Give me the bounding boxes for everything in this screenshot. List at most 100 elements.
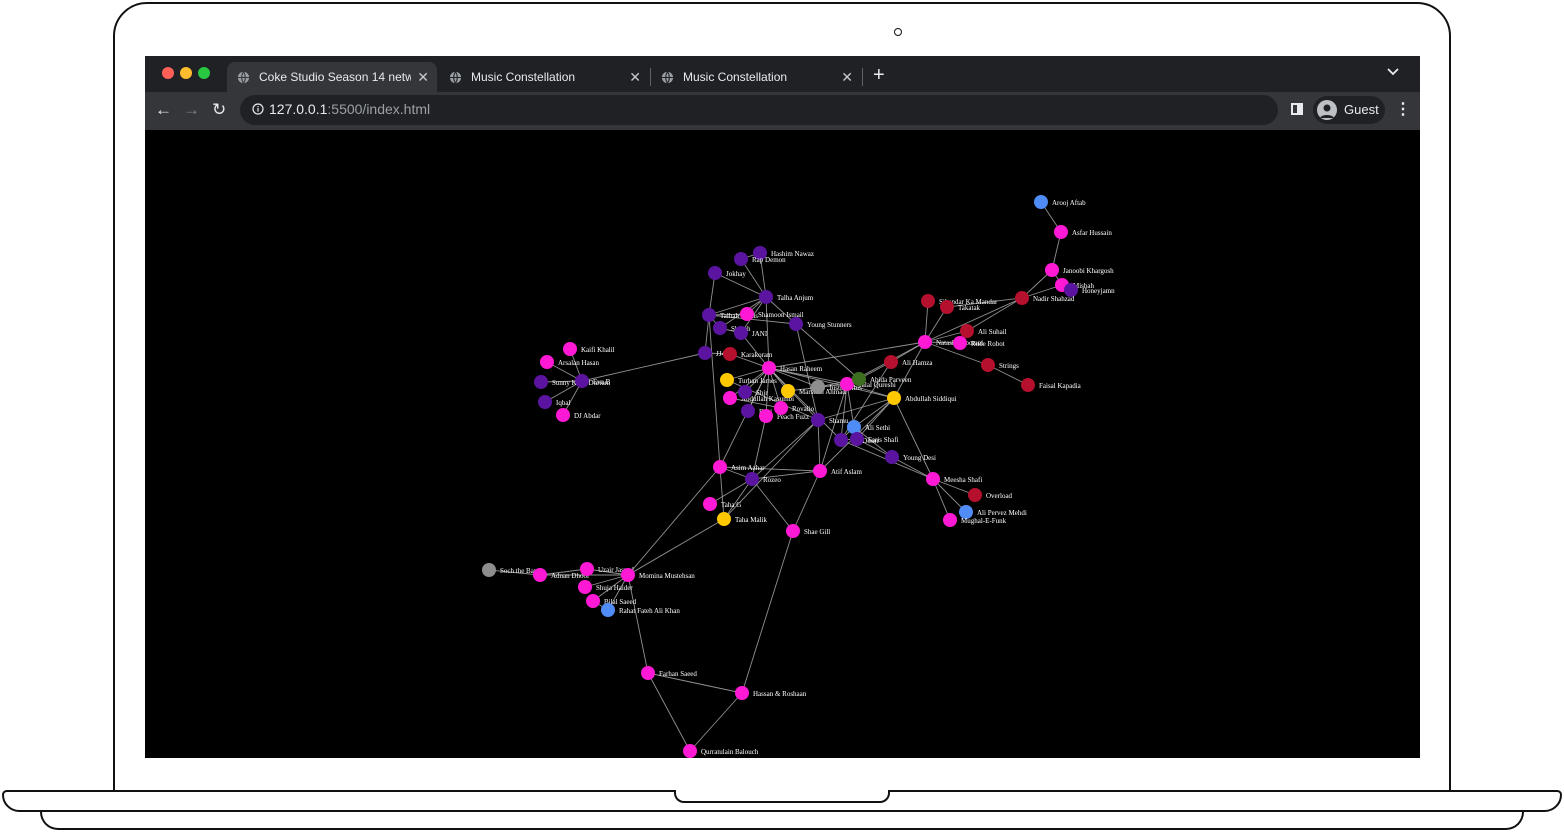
network-graph[interactable]: Arooj Aftab Asfar Hussain Janoobi Khargosh… — [145, 130, 1420, 758]
node-circle[interactable] — [850, 432, 864, 446]
tab-music-constellation-2[interactable]: Music Constellation ✕ — [651, 62, 861, 92]
forward-button[interactable]: → — [183, 100, 200, 120]
node-circle[interactable] — [745, 472, 759, 486]
graph-node-soch-the-band[interactable]: Soch the Band — [482, 563, 541, 577]
graph-node-talha-anjum[interactable]: Talha Anjum — [759, 290, 814, 304]
graph-node-kaifi-khalil[interactable]: Kaifi Khalil — [563, 342, 615, 356]
node-circle[interactable] — [482, 563, 496, 577]
node-circle[interactable] — [1034, 195, 1048, 209]
node-circle[interactable] — [713, 321, 727, 335]
node-circle[interactable] — [575, 374, 589, 388]
node-circle[interactable] — [852, 372, 866, 386]
node-circle[interactable] — [840, 377, 854, 391]
graph-node-shuja-haider[interactable]: Shuja Haider — [578, 580, 633, 594]
graph-node-young-desi[interactable]: Young Desi — [885, 450, 936, 464]
graph-node-jani[interactable]: JANI — [734, 326, 768, 340]
graph-node-faisal-kapadia[interactable]: Faisal Kapadia — [1021, 378, 1082, 392]
graph-node-janoobi-khargosh[interactable]: Janoobi Khargosh — [1045, 263, 1114, 277]
tab-coke-studio[interactable]: Coke Studio Season 14 network ✕ — [227, 62, 437, 92]
node-circle[interactable] — [534, 375, 548, 389]
node-circle[interactable] — [884, 355, 898, 369]
node-circle[interactable] — [578, 580, 592, 594]
graph-node-meesha-shafi[interactable]: Meesha Shafi — [926, 472, 982, 486]
node-circle[interactable] — [683, 744, 697, 758]
node-circle[interactable] — [960, 324, 974, 338]
node-circle[interactable] — [759, 290, 773, 304]
node-circle[interactable] — [740, 307, 754, 321]
close-tab-icon[interactable]: ✕ — [417, 69, 429, 86]
tab-search-button[interactable] — [1387, 65, 1399, 79]
graph-node-strings[interactable]: Strings — [981, 358, 1019, 372]
side-panel-icon[interactable] — [1291, 103, 1303, 115]
node-circle[interactable] — [847, 420, 861, 434]
graph-node-faris-shafi[interactable]: Faris Shafi — [850, 432, 899, 446]
close-tab-icon[interactable]: ✕ — [629, 69, 641, 86]
graph-node-taha-malik[interactable]: Taha Malik — [717, 512, 767, 526]
graph-node-ali-sethi[interactable]: Ali Sethi — [847, 420, 890, 434]
node-circle[interactable] — [702, 308, 716, 322]
node-circle[interactable] — [781, 384, 795, 398]
node-circle[interactable] — [953, 336, 967, 350]
graph-node-rovalio[interactable]: Rovalio — [774, 401, 815, 415]
graph-node-karakoram[interactable]: Karakoram — [723, 347, 773, 361]
node-circle[interactable] — [708, 266, 722, 280]
graph-node-atif-aslam[interactable]: Atif Aslam — [813, 464, 862, 478]
node-circle[interactable] — [735, 686, 749, 700]
node-circle[interactable] — [968, 488, 982, 502]
graph-node-young-stunners[interactable]: Young Stunners — [789, 317, 852, 331]
node-circle[interactable] — [789, 317, 803, 331]
node-circle[interactable] — [533, 568, 547, 582]
graph-node-dj-abdar[interactable]: DJ Abdar — [556, 408, 601, 422]
node-circle[interactable] — [601, 603, 615, 617]
graph-node-hassan-roshaan[interactable]: Hassan & Roshaan — [735, 686, 807, 700]
back-button[interactable]: ← — [155, 100, 172, 120]
node-circle[interactable] — [713, 460, 727, 474]
graph-node-rozeo[interactable]: Rozeo — [745, 472, 781, 486]
address-bar[interactable]: 127.0.0.1:5500/index.html — [240, 95, 1278, 125]
graph-node-farhan-saeed[interactable]: Farhan Saeed — [641, 666, 697, 680]
node-circle[interactable] — [538, 395, 552, 409]
node-circle[interactable] — [1054, 225, 1068, 239]
reload-button[interactable]: ↻ — [212, 100, 226, 120]
node-circle[interactable] — [762, 361, 776, 375]
tab-music-constellation[interactable]: Music Constellation ✕ — [439, 62, 649, 92]
graph-node-hasan-raheem[interactable]: Hasan Raheem — [762, 361, 823, 375]
node-circle[interactable] — [943, 513, 957, 527]
graph-node-qurratulain-balouch[interactable]: Qurratulain Balouch — [683, 744, 759, 758]
node-circle[interactable] — [940, 300, 954, 314]
node-circle[interactable] — [738, 385, 752, 399]
zoom-window-button[interactable] — [198, 67, 210, 79]
graph-node-asfar-hussain[interactable]: Asfar Hussain — [1054, 225, 1112, 239]
node-circle[interactable] — [774, 401, 788, 415]
new-tab-button[interactable]: + — [873, 64, 885, 87]
graph-node-arsalan-hasan[interactable]: Arsalan Hasan — [540, 355, 600, 369]
browser-menu-button[interactable]: ⋮ — [1395, 99, 1411, 119]
graph-node-ali-hamza[interactable]: Ali Hamza — [884, 355, 933, 369]
node-circle[interactable] — [703, 497, 717, 511]
node-circle[interactable] — [723, 391, 737, 405]
node-circle[interactable] — [556, 408, 570, 422]
node-circle[interactable] — [580, 562, 594, 576]
node-circle[interactable] — [1045, 263, 1059, 277]
graph-node-shae-gill[interactable]: Shae Gill — [786, 524, 830, 538]
graph-node-ali-suhail[interactable]: Ali Suhail — [960, 324, 1007, 338]
graph-node-rahat-fateh-ali-khan[interactable]: Rahat Fateh Ali Khan — [601, 603, 680, 617]
node-circle[interactable] — [811, 413, 825, 427]
node-circle[interactable] — [720, 373, 734, 387]
close-window-button[interactable] — [162, 67, 174, 79]
graph-node-abida-parveen[interactable]: Abida Parveen — [852, 372, 912, 386]
close-tab-icon[interactable]: ✕ — [841, 69, 853, 86]
graph-node-arooj-aftab[interactable]: Arooj Aftab — [1034, 195, 1086, 209]
graph-node-overload[interactable]: Overload — [968, 488, 1013, 502]
node-circle[interactable] — [734, 326, 748, 340]
node-circle[interactable] — [885, 450, 899, 464]
node-circle[interactable] — [887, 391, 901, 405]
node-circle[interactable] — [698, 346, 712, 360]
node-circle[interactable] — [734, 252, 748, 266]
node-circle[interactable] — [641, 666, 655, 680]
node-circle[interactable] — [926, 472, 940, 486]
minimize-window-button[interactable] — [180, 67, 192, 79]
profile-button[interactable]: Guest — [1313, 96, 1385, 124]
node-circle[interactable] — [834, 433, 848, 447]
graph-node-asim-azhar[interactable]: Asim Azhar — [713, 460, 765, 474]
